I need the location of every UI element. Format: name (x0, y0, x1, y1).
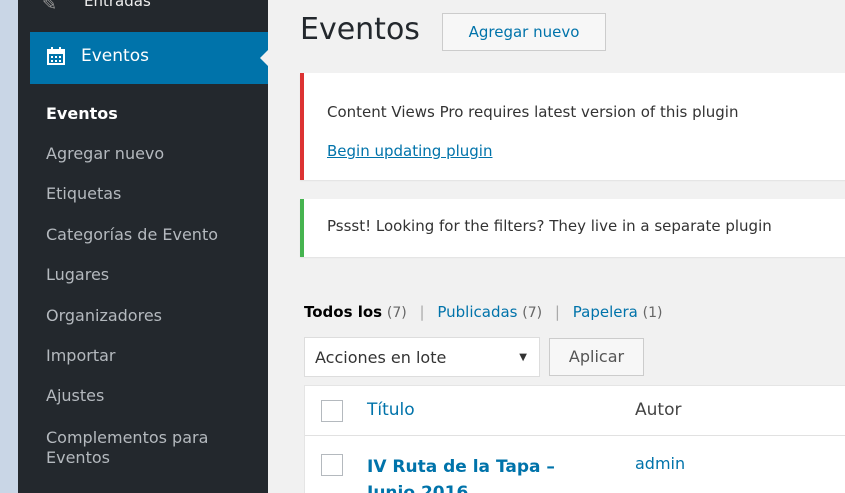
submenu-item-importar[interactable]: Importar (46, 346, 115, 366)
main-content: Eventos Agregar nuevo Content Views Pro … (268, 0, 845, 493)
calendar-icon (47, 47, 65, 65)
sidebar-item-entradas[interactable]: ✎ Entradas (18, 0, 268, 26)
events-table: Título Autor IV Ruta de la Tapa – Junio … (304, 385, 845, 493)
column-title[interactable]: Título (367, 400, 415, 420)
filter-all[interactable]: Todos los (304, 303, 382, 321)
dropdown-caret-icon: ▼ (519, 352, 527, 363)
filter-trash-count: (1) (642, 305, 663, 321)
pin-icon: ✎ (42, 0, 58, 15)
row-title-link[interactable]: IV Ruta de la Tapa – Junio 2016 (367, 454, 597, 493)
filter-published-count: (7) (522, 305, 543, 321)
submenu-item-complementos[interactable]: Complementos para Eventos (46, 428, 246, 468)
filter-separator: | (419, 303, 425, 321)
row-checkbox[interactable] (321, 454, 343, 476)
status-filter-links: Todos los (7) | Publicadas (7) | Papeler… (304, 303, 662, 321)
current-menu-arrow (260, 50, 268, 66)
table-header: Título Autor (305, 386, 845, 436)
submenu-item-eventos[interactable]: Eventos (46, 104, 118, 124)
submenu-item-etiquetas[interactable]: Etiquetas (46, 184, 121, 204)
submenu-item-ajustes[interactable]: Ajustes (46, 386, 104, 406)
sidebar-current-label: Eventos (81, 46, 149, 66)
filter-all-count: (7) (386, 305, 407, 321)
add-new-button[interactable]: Agregar nuevo (442, 13, 606, 51)
submenu-item-organizadores[interactable]: Organizadores (46, 306, 162, 326)
left-edge-strip (0, 0, 18, 493)
bulk-actions-value: Acciones en lote (315, 348, 447, 367)
page-title: Eventos (300, 12, 420, 47)
filter-trash[interactable]: Papelera (573, 303, 638, 321)
select-all-checkbox[interactable] (321, 400, 343, 422)
submenu-item-lugares[interactable]: Lugares (46, 265, 109, 285)
row-author-link[interactable]: admin (635, 454, 685, 473)
filter-published[interactable]: Publicadas (437, 303, 517, 321)
bulk-actions-select[interactable]: Acciones en lote ▼ (304, 337, 540, 377)
begin-updating-link[interactable]: Begin updating plugin (327, 142, 492, 160)
error-notice: Content Views Pro requires latest versio… (300, 73, 845, 180)
submenu-item-agregar-nuevo[interactable]: Agregar nuevo (46, 144, 164, 164)
info-notice-message: Pssst! Looking for the filters? They liv… (327, 217, 772, 235)
filter-separator: | (554, 303, 560, 321)
submenu-item-categorias[interactable]: Categorías de Evento (46, 225, 218, 245)
column-author: Autor (635, 400, 682, 420)
admin-sidebar: ✎ Entradas Eventos Eventos Agregar nuevo… (18, 0, 268, 493)
sidebar-item-eventos[interactable]: Eventos (30, 32, 268, 84)
error-notice-message: Content Views Pro requires latest versio… (327, 103, 739, 121)
apply-button[interactable]: Aplicar (549, 338, 644, 376)
info-notice: Pssst! Looking for the filters? They liv… (300, 199, 845, 257)
